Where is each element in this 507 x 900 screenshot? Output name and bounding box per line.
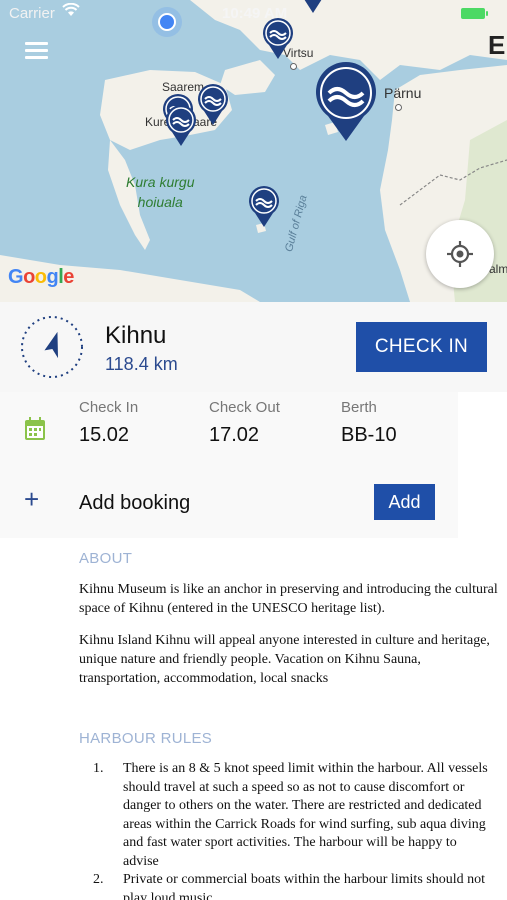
marina-marker[interactable] (297, 0, 329, 19)
crosshair-locate-icon (447, 241, 473, 267)
check-in-label: Check In (79, 399, 139, 416)
location-name: Kihnu (105, 322, 167, 349)
booking-panel: Check In 15.02 Check Out 17.02 Berth BB-… (0, 392, 458, 538)
locate-me-button[interactable] (426, 220, 494, 288)
google-logo: Google (8, 266, 74, 289)
google-logo-letter: o (23, 266, 35, 288)
map-label-e: E (488, 30, 506, 60)
google-logo-letter: e (63, 266, 74, 288)
hamburger-menu-icon[interactable] (25, 42, 48, 60)
marina-marker[interactable] (262, 18, 294, 65)
park-line-1: Kura kurgu (126, 174, 195, 190)
harbour-rules-list: 1. There is an 8 & 5 knot speed limit wi… (79, 760, 494, 900)
plus-icon[interactable]: + (24, 486, 39, 512)
carrier-label: Carrier (9, 5, 55, 22)
map-label-park: Kura kurgu hoiuala (126, 172, 194, 212)
harbour-rules-heading: HARBOUR RULES (79, 730, 213, 747)
marina-marker[interactable] (165, 105, 197, 152)
battery-icon (461, 8, 488, 19)
booking-check-out: Check Out 17.02 (209, 399, 280, 447)
check-out-value: 17.02 (209, 424, 260, 446)
calendar-icon (25, 417, 45, 440)
selected-marina-marker[interactable] (314, 62, 378, 147)
user-location-dot (158, 13, 176, 31)
location-distance: 118.4 km (105, 354, 178, 374)
rule-text: There is an 8 & 5 knot speed limit withi… (123, 761, 488, 869)
marina-marker[interactable] (197, 84, 229, 131)
city-dot-parnu (395, 104, 402, 111)
map-view[interactable]: Carrier 10:49 AM Virtsu Saarem Kure saar… (0, 0, 507, 302)
google-logo-letter: o (34, 266, 47, 288)
check-in-value: 15.02 (79, 424, 130, 446)
about-paragraph: Kihnu Island Kihnu will appeal anyone in… (79, 633, 490, 686)
check-in-button[interactable]: CHECK IN (356, 322, 487, 372)
map-label-parnu: Pärnu (384, 85, 422, 101)
location-card: Kihnu 118.4 km CHECK IN (0, 302, 507, 392)
wifi-icon (62, 2, 80, 21)
about-paragraph: Kihnu Museum is like an anchor in preser… (79, 582, 498, 616)
rule-number: 2. (93, 872, 104, 887)
about-heading: ABOUT (79, 550, 133, 567)
compass-arrow-icon (21, 316, 83, 378)
booking-berth: Berth BB-10 (341, 399, 397, 447)
check-out-label: Check Out (209, 399, 280, 416)
marina-marker[interactable] (248, 186, 280, 233)
status-bar: Carrier 10:49 AM (0, 2, 507, 24)
add-booking-label: Add booking (79, 492, 191, 514)
berth-value: BB-10 (341, 424, 397, 446)
park-line-2: hoiuala (137, 194, 183, 210)
add-booking-button[interactable]: Add (374, 484, 435, 520)
google-logo-letter: g (46, 266, 59, 288)
list-item: 1. There is an 8 & 5 knot speed limit wi… (79, 760, 494, 871)
rule-number: 1. (93, 761, 104, 776)
list-item: 2. Private or commercial boats within th… (79, 871, 494, 900)
rule-text: Private or commercial boats within the h… (123, 872, 485, 900)
berth-label: Berth (341, 399, 377, 416)
google-logo-letter: G (8, 266, 24, 288)
booking-check-in: Check In 15.02 (79, 399, 138, 447)
